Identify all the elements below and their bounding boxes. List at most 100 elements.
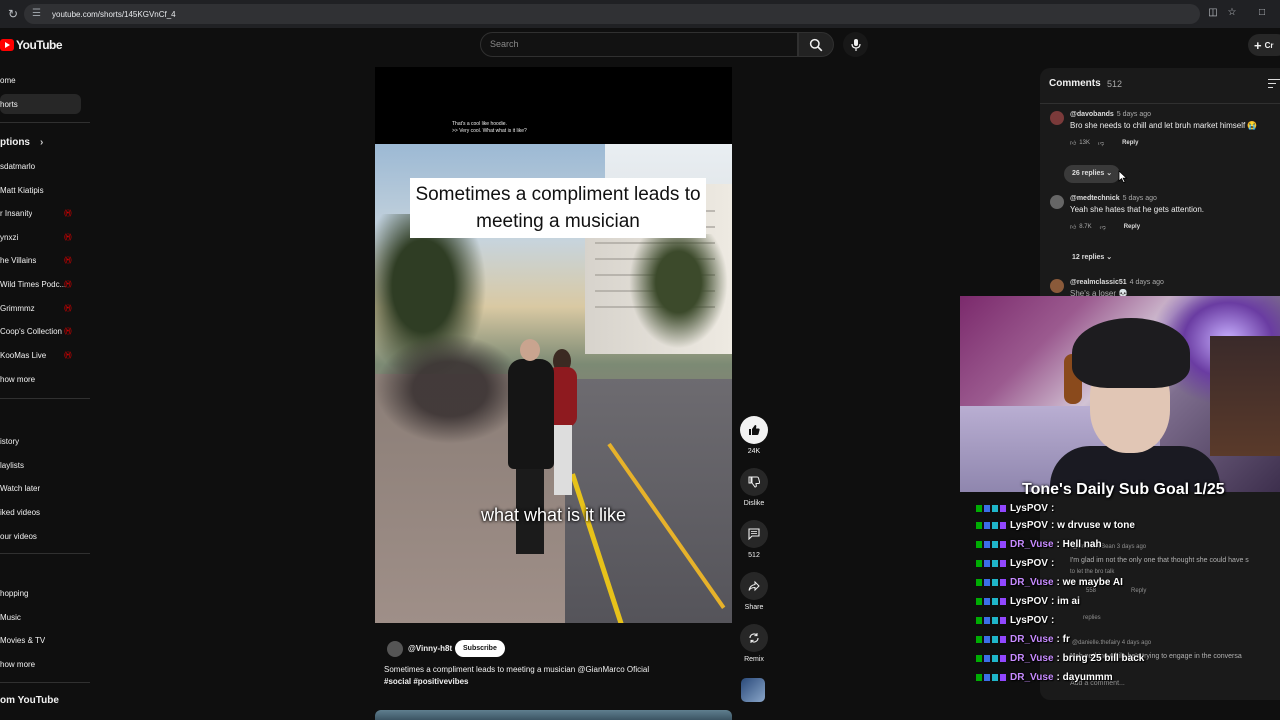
short-hashtags[interactable]: #social #positivevibes xyxy=(384,676,469,688)
sidebar-subscription[interactable]: Wild Times Podc... ((•)) xyxy=(0,274,81,294)
chat-text: : xyxy=(1050,503,1055,514)
logo-text: YouTube xyxy=(16,38,63,52)
chat-badges-icon xyxy=(976,579,1006,586)
comment-icon xyxy=(748,528,760,540)
sidebar-show-more[interactable]: how more xyxy=(0,654,81,674)
sidebar-subscription[interactable]: Coop's Collection ((•)) xyxy=(0,321,81,341)
comment-author[interactable]: @realmclassic51 xyxy=(1070,279,1127,286)
sidebar-item-label: istory xyxy=(0,436,20,446)
comment-avatar[interactable] xyxy=(1050,111,1064,125)
chat-text: : Hell nah xyxy=(1056,539,1102,550)
next-short-preview[interactable] xyxy=(375,710,732,720)
address-bar[interactable]: ☰ youtube.com/shorts/145KGVnCf_4 xyxy=(24,4,1200,24)
bookmark-star-icon[interactable]: ☆ xyxy=(1225,6,1239,20)
extensions-icon[interactable]: □ xyxy=(1255,6,1269,20)
sidebar-item-shorts[interactable]: horts xyxy=(0,94,81,114)
comments-divider xyxy=(1040,103,1280,104)
chat-message: DR_Vuse: we maybe AI xyxy=(976,574,1123,591)
top-caption-line: That's a cool like hoodie. xyxy=(452,121,507,127)
comments-button[interactable]: 512 xyxy=(734,520,774,559)
search-icon xyxy=(809,38,823,51)
create-button[interactable]: + Cr xyxy=(1248,34,1280,56)
thumbs-up-icon[interactable]: 👍︎ xyxy=(1070,139,1076,147)
channel-name: Matt Kiatipis xyxy=(0,185,44,195)
chat-text: : xyxy=(1050,615,1055,626)
channel-name: Grimmmz xyxy=(0,303,35,313)
sidebar-item-label: laylists xyxy=(0,460,25,470)
sidebar-item-shopping[interactable]: hopping xyxy=(0,583,81,603)
sidebar-item-label: iked videos xyxy=(0,507,41,517)
sidebar-subscription[interactable]: he Villains ((•)) xyxy=(0,250,81,270)
view-replies-button[interactable]: 26 replies ⌄ xyxy=(1064,165,1121,183)
cam-shelf xyxy=(1210,336,1280,456)
comments-circle[interactable] xyxy=(740,520,768,548)
chat-badges-icon xyxy=(976,522,1006,529)
comment-author[interactable]: @medtechnick xyxy=(1070,195,1120,202)
live-icon: ((•)) xyxy=(64,210,72,217)
sidebar-show-more[interactable]: how more xyxy=(0,369,81,389)
sidebar-item-playlists[interactable]: laylists xyxy=(0,455,81,475)
site-info-icon[interactable]: ☰ xyxy=(32,8,44,20)
like-button[interactable]: 24K xyxy=(734,416,774,455)
dislike-circle[interactable] xyxy=(740,468,768,496)
sidebar-subscription[interactable]: r Insanity ((•)) xyxy=(0,203,81,223)
comment-time: 5 days ago xyxy=(1116,111,1152,118)
remix-button[interactable]: Remix xyxy=(734,624,774,663)
video-subtitle: what what is it like xyxy=(480,505,627,525)
chat-username: LysPOV xyxy=(1010,503,1048,514)
like-circle[interactable] xyxy=(740,416,768,444)
comment-author[interactable]: @davobands xyxy=(1070,111,1114,118)
mouse-cursor-icon xyxy=(1118,170,1128,184)
sidebar-subscription[interactable]: Grimmmz ((•)) xyxy=(0,298,81,318)
comment-text: Yeah she hates that he gets attention. xyxy=(1070,205,1205,214)
comment-avatar[interactable] xyxy=(1050,195,1064,209)
subscriptions-heading[interactable]: ptions › xyxy=(0,137,43,148)
sidebar-item-history[interactable]: istory xyxy=(0,431,81,451)
short-description: Sometimes a compliment leads to meeting … xyxy=(384,665,650,674)
remix-circle[interactable] xyxy=(740,624,768,652)
chat-message: LysPOV: xyxy=(976,612,1054,629)
reply-button[interactable]: Reply xyxy=(1124,224,1140,230)
channel-avatar[interactable] xyxy=(387,641,403,657)
voice-search-button[interactable] xyxy=(843,32,868,57)
comment-like-count: 8.7K xyxy=(1079,224,1092,230)
comment-time: 4 days ago xyxy=(1129,279,1164,286)
thumbs-down-icon[interactable]: 👎︎ xyxy=(1100,223,1106,231)
sidebar-item-movies-tv[interactable]: Movies & TV xyxy=(0,630,81,650)
chat-text: : xyxy=(1050,558,1055,569)
sort-icon[interactable] xyxy=(1268,79,1280,89)
thumbs-up-icon[interactable]: 👍︎ xyxy=(1070,223,1076,231)
reply-button[interactable]: Reply xyxy=(1122,140,1138,146)
live-icon: ((•)) xyxy=(64,281,72,288)
sidebar-item-your-videos[interactable]: our videos xyxy=(0,526,81,546)
install-app-icon[interactable]: ◫ xyxy=(1206,6,1220,20)
short-video-player[interactable]: That's a cool like hoodie. >> Very cool.… xyxy=(375,67,732,623)
chat-message: LysPOV: xyxy=(976,500,1054,517)
search-button[interactable] xyxy=(798,32,834,57)
sidebar-item-watch-later[interactable]: Watch later xyxy=(0,478,81,498)
subscribe-button[interactable]: Subscribe xyxy=(455,640,505,657)
sidebar-subscription[interactable]: KooMas Live ((•)) xyxy=(0,345,81,365)
view-replies-button[interactable]: 12 replies ⌄ xyxy=(1064,249,1120,267)
sidebar-item-music[interactable]: Music xyxy=(0,607,81,627)
share-button[interactable]: Share xyxy=(734,572,774,611)
sidebar-item-liked-videos[interactable]: iked videos xyxy=(0,502,81,522)
dislike-button[interactable]: Dislike xyxy=(734,468,774,507)
sidebar-subscription[interactable]: sdatmarlo xyxy=(0,156,81,176)
comment-avatar[interactable] xyxy=(1050,279,1064,293)
reload-icon[interactable]: ↻ xyxy=(2,3,24,25)
youtube-logo[interactable]: YouTube xyxy=(0,38,63,52)
audio-source-thumbnail[interactable] xyxy=(741,678,765,702)
search-input[interactable]: Search xyxy=(480,32,798,57)
comment-actions: 👍︎ 8.7K 👎︎ Reply xyxy=(1070,223,1140,231)
sidebar-item-label: horts xyxy=(0,99,18,109)
chat-badges-icon xyxy=(976,505,1006,512)
sidebar-subscription[interactable]: ynxzi ((•)) xyxy=(0,227,81,247)
share-circle[interactable] xyxy=(740,572,768,600)
sidebar-subscription[interactable]: Matt Kiatipis xyxy=(0,180,81,200)
channel-handle[interactable]: @Vinny-h8t xyxy=(408,644,452,653)
sidebar-item-home[interactable]: ome xyxy=(0,70,81,90)
remix-label: Remix xyxy=(744,656,764,663)
thumbs-down-icon[interactable]: 👎︎ xyxy=(1098,139,1104,147)
show-more-label: how more xyxy=(0,659,36,669)
